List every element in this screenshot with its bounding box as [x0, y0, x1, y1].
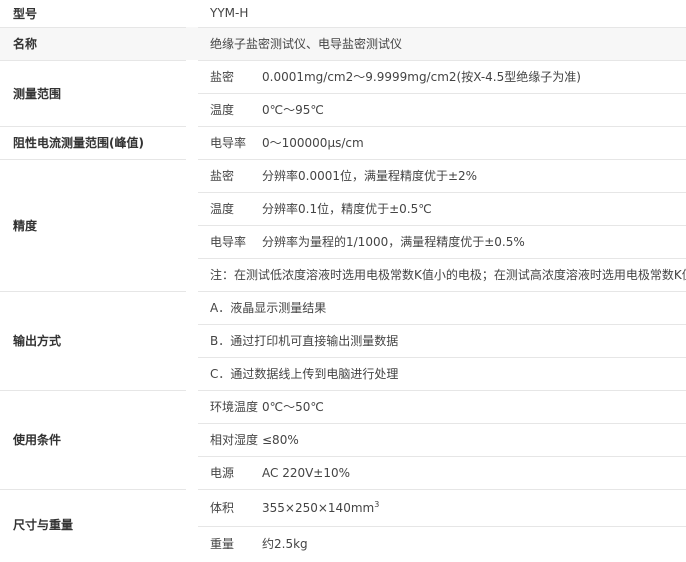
row-resistance: 阻性电流测量范围(峰值) 电导率 0～100000μs/cm	[0, 126, 686, 160]
row-value: 分辨率0.0001位，满量程精度优于±2%	[262, 159, 686, 193]
spec-table: 型号 YYM-H 名称 绝缘子盐密测试仪、电导盐密测试仪 测量范围 盐密 0.0…	[0, 0, 686, 560]
row-value: 0.0001mg/cm2～9.9999mg/cm2(按X-4.5型绝缘子为准)	[262, 60, 686, 94]
row-label: 阻性电流测量范围(峰值)	[0, 126, 186, 160]
row-sublabel: 体积	[198, 489, 262, 527]
row-sublabel: 电导率	[198, 126, 262, 160]
accuracy-note: 注：在测试低浓度溶液时选用电极常数K值小的电极；在测试高浓度溶液时选用电极常数K…	[198, 258, 686, 292]
row-value: 0℃～95℃	[262, 93, 686, 127]
row-value: C．通过数据线上传到电脑进行处理	[198, 357, 686, 391]
row-value: ≤80%	[262, 423, 686, 457]
row-conditions-1: 使用条件 环境温度 0℃～50℃	[0, 390, 686, 490]
row-name: 名称 绝缘子盐密测试仪、电导盐密测试仪	[0, 27, 686, 61]
row-label: 尺寸与重量	[13, 518, 74, 533]
row-value: 0℃～50℃	[262, 390, 686, 424]
row-value: 355×250×140mm3	[262, 489, 686, 527]
row-sublabel: 温度	[198, 93, 262, 127]
volume-unit-sup: 3	[374, 500, 380, 509]
row-sublabel: 盐密	[198, 60, 262, 94]
row-label: 输出方式	[0, 291, 186, 391]
row-value: 分辨率0.1位，精度优于±0.5℃	[262, 192, 686, 226]
row-value: 绝缘子盐密测试仪、电导盐密测试仪	[198, 27, 686, 61]
row-value: 0～100000μs/cm	[262, 126, 686, 160]
row-value: 分辨率为量程的1/1000，满量程精度优于±0.5%	[262, 225, 686, 259]
row-sublabel: 电导率	[198, 225, 262, 259]
row-sublabel: 环境温度	[198, 390, 262, 424]
row-value: A．液晶显示测量结果	[198, 291, 686, 325]
row-label: 测量范围	[0, 60, 186, 127]
row-value: 约2.5kg	[262, 536, 308, 551]
row-size-volume: 尺寸与重量 体积 355×250×140mm3	[0, 489, 686, 532]
row-label: 使用条件	[0, 390, 186, 490]
row-accuracy-1: 精度 盐密 分辨率0.0001位，满量程精度优于±2%	[0, 159, 686, 292]
row-range-1: 测量范围 盐密 0.0001mg/cm2～9.9999mg/cm2(按X-4.5…	[0, 60, 686, 127]
row-sublabel: 相对湿度	[198, 423, 262, 457]
row-label: 名称	[0, 27, 186, 61]
row-sublabel: 重量	[210, 536, 235, 551]
row-label: 精度	[0, 159, 186, 292]
row-value: B．通过打印机可直接输出测量数据	[198, 324, 686, 358]
row-sublabel: 温度	[198, 192, 262, 226]
row-value: AC 220V±10%	[262, 456, 686, 490]
row-sublabel: 电源	[198, 456, 262, 490]
row-sublabel: 盐密	[198, 159, 262, 193]
volume-value: 355×250×140mm	[262, 501, 375, 515]
row-output-1: 输出方式 A．液晶显示测量结果	[0, 291, 686, 391]
row-label: 型号	[0, 0, 186, 28]
row-model: 型号 YYM-H	[0, 0, 686, 28]
row-value: YYM-H	[198, 0, 686, 28]
